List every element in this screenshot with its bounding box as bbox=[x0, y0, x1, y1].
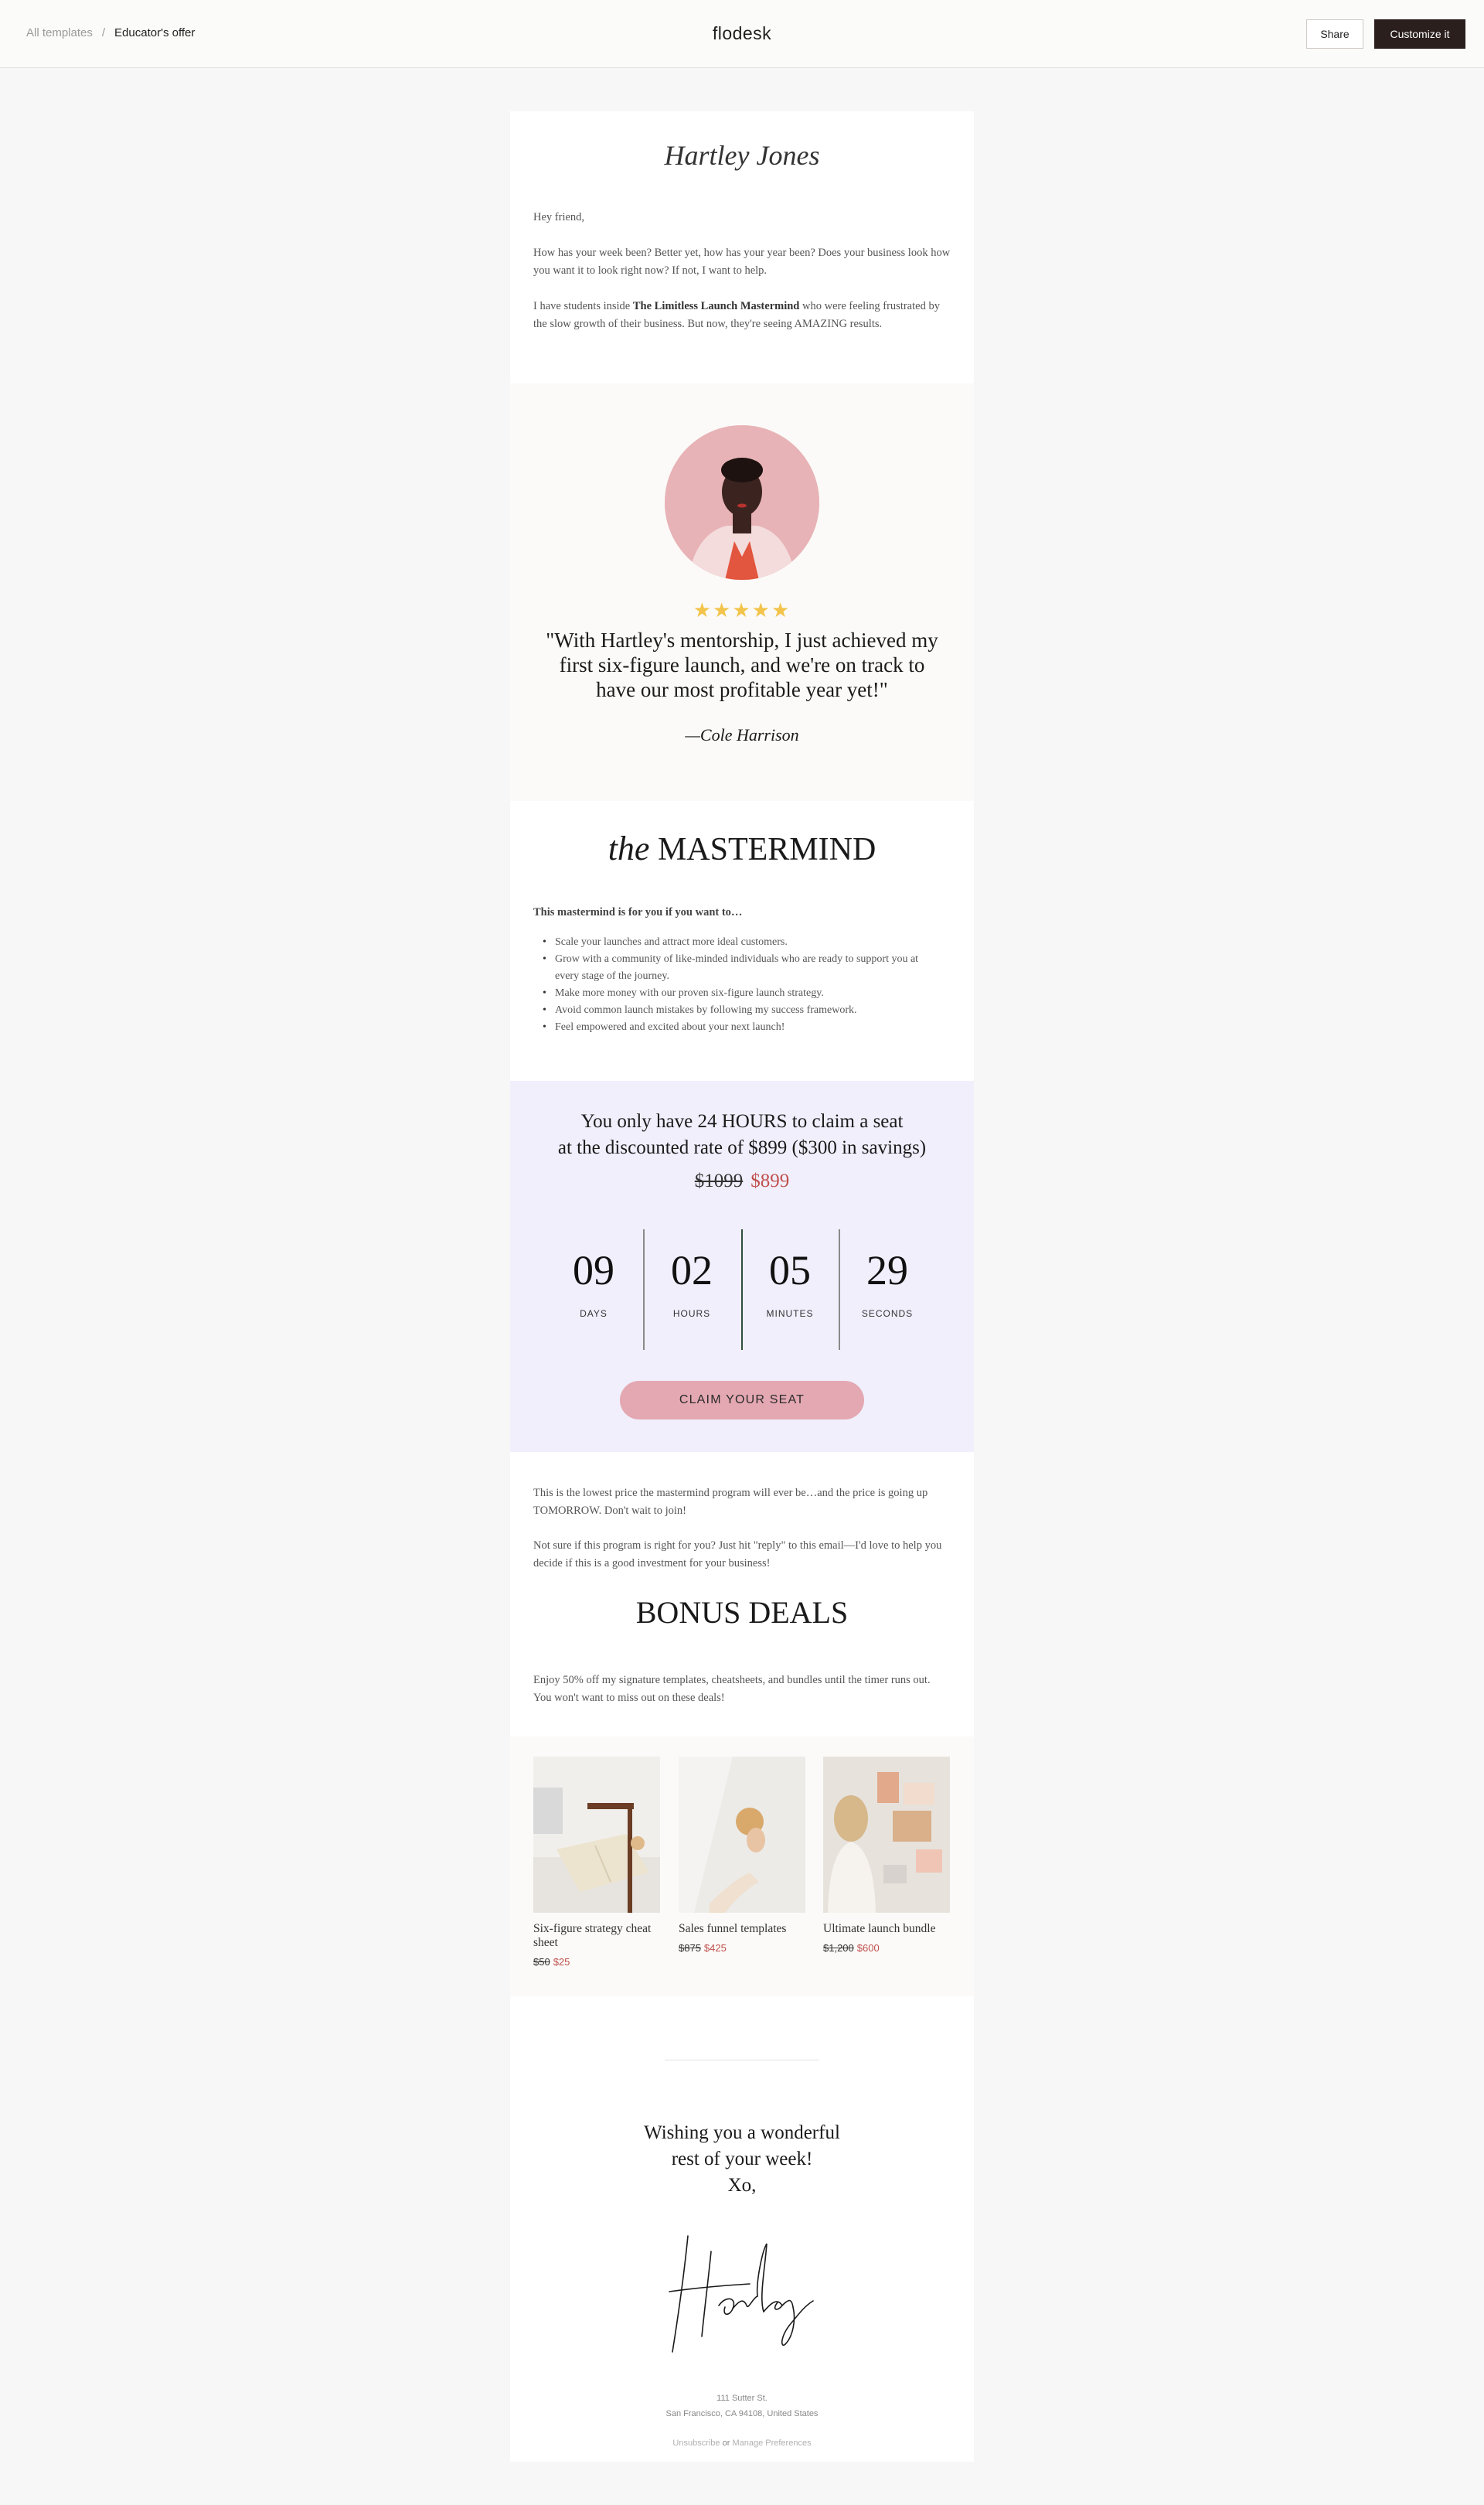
product-image bbox=[823, 1757, 950, 1913]
brand-name: Hartley Jones bbox=[664, 140, 820, 171]
product-name: Six-figure strategy cheat sheet bbox=[533, 1922, 652, 1949]
bonus-heading: BONUS DEALS bbox=[635, 1595, 849, 1630]
unsubscribe-link[interactable]: Unsubscribe bbox=[672, 2439, 720, 2448]
countdown-days: 09 DAYS bbox=[573, 1247, 614, 1319]
product-image bbox=[533, 1757, 660, 1913]
product-price: $50 $25 bbox=[533, 1956, 570, 1968]
closing-section: Wishing you a wonderful rest of your wee… bbox=[510, 1996, 974, 2462]
testimonial-avatar bbox=[665, 425, 819, 580]
list-item: Feel empowered and excited about your ne… bbox=[541, 1019, 943, 1036]
benefits-list: Scale your launches and attract more ide… bbox=[541, 934, 943, 1036]
countdown-seconds: 29 SECONDS bbox=[861, 1247, 914, 1319]
offer-section: You only have 24 HOURS to claim a seat a… bbox=[510, 1081, 974, 1452]
breadcrumb-separator: / bbox=[101, 26, 106, 39]
breadcrumb-all-templates[interactable]: All templates bbox=[26, 26, 93, 39]
product-price: $875 $425 bbox=[679, 1942, 727, 1954]
handwritten-signature bbox=[642, 2220, 842, 2360]
testimonial-quote: "With Hartley's mentorship, I just achie… bbox=[546, 629, 938, 701]
footer-address: 111 Sutter St. San Francisco, CA 94108, … bbox=[665, 2394, 819, 2418]
email-preview: Hartley Jones Hey friend, How has your w… bbox=[510, 111, 974, 2462]
top-bar: All templates / Educator's offer flodesk S… bbox=[0, 0, 1484, 68]
list-item: Grow with a community of like-minded ind… bbox=[541, 951, 943, 985]
countdown-minutes: 05 MINUTES bbox=[766, 1247, 814, 1319]
share-button[interactable]: Share bbox=[1306, 19, 1363, 49]
product-image bbox=[679, 1757, 805, 1913]
breadcrumb-current: Educator's offer bbox=[114, 26, 196, 39]
product-price: $1,200 $600 bbox=[823, 1942, 880, 1954]
bonus-paragraph: Enjoy 50% off my signature templates, ch… bbox=[533, 1674, 931, 1704]
greeting-text: Hey friend, bbox=[533, 211, 585, 223]
footer-links: Unsubscribe or Manage Preferences bbox=[510, 2439, 974, 2448]
offer-headline: You only have 24 HOURS to claim a seat a… bbox=[557, 1111, 927, 1158]
urgency-paragraph: This is the lowest price the mastermind … bbox=[533, 1487, 928, 1517]
intro-section: Hartley Jones Hey friend, How has your w… bbox=[510, 111, 974, 383]
rating-stars: ★★★★★ bbox=[693, 598, 791, 622]
list-item: Avoid common launch mistakes by followin… bbox=[541, 1002, 943, 1019]
testimonial-section: ★★★★★ "With Hartley's mentorship, I just… bbox=[510, 383, 974, 801]
product-name: Ultimate launch bundle bbox=[823, 1922, 936, 1935]
signoff-text: Wishing you a wonderful rest of your wee… bbox=[644, 2122, 840, 2196]
intro-paragraph-2: I have students inside The Limitless Lau… bbox=[533, 300, 940, 330]
testimonial-author: —Cole Harrison bbox=[685, 725, 799, 745]
flodesk-logo: flodesk bbox=[712, 23, 772, 43]
product-card[interactable]: Ultimate launch bundle $1,200 $600 bbox=[823, 1757, 950, 1954]
old-price: $1099 bbox=[694, 1171, 744, 1191]
mastermind-name: The Limitless Launch Mastermind bbox=[632, 300, 800, 312]
offer-prices: $1099 $899 bbox=[510, 1171, 974, 1192]
countdown-hours: 02 HOURS bbox=[671, 1247, 713, 1319]
claim-seat-button[interactable]: CLAIM YOUR SEAT bbox=[620, 1381, 864, 1420]
footer-or: or bbox=[722, 2439, 730, 2448]
product-name: Sales funnel templates bbox=[679, 1922, 787, 1935]
bonus-intro-section: This is the lowest price the mastermind … bbox=[510, 1452, 974, 1736]
products-section: Six-figure strategy cheat sheet $50 $25 S… bbox=[510, 1736, 974, 1996]
product-card[interactable]: Six-figure strategy cheat sheet $50 $25 bbox=[533, 1757, 660, 1968]
list-item: Make more money with our proven six-figu… bbox=[541, 985, 943, 1002]
breadcrumb: All templates / Educator's offer bbox=[26, 26, 195, 39]
product-card[interactable]: Sales funnel templates $875 $425 bbox=[679, 1757, 805, 1954]
manage-preferences-link[interactable]: Manage Preferences bbox=[732, 2439, 811, 2448]
mastermind-heading: the MASTERMIND bbox=[608, 830, 876, 867]
mastermind-list-title: This mastermind is for you if you want t… bbox=[533, 906, 743, 918]
customize-button[interactable]: Customize it bbox=[1374, 19, 1465, 49]
reply-paragraph: Not sure if this program is right for yo… bbox=[533, 1539, 942, 1569]
mastermind-section: the MASTERMIND This mastermind is for yo… bbox=[510, 801, 974, 1081]
intro-paragraph-1: How has your week been? Better yet, how … bbox=[533, 247, 951, 277]
list-item: Scale your launches and attract more ide… bbox=[541, 934, 943, 951]
new-price: $899 bbox=[751, 1171, 790, 1191]
